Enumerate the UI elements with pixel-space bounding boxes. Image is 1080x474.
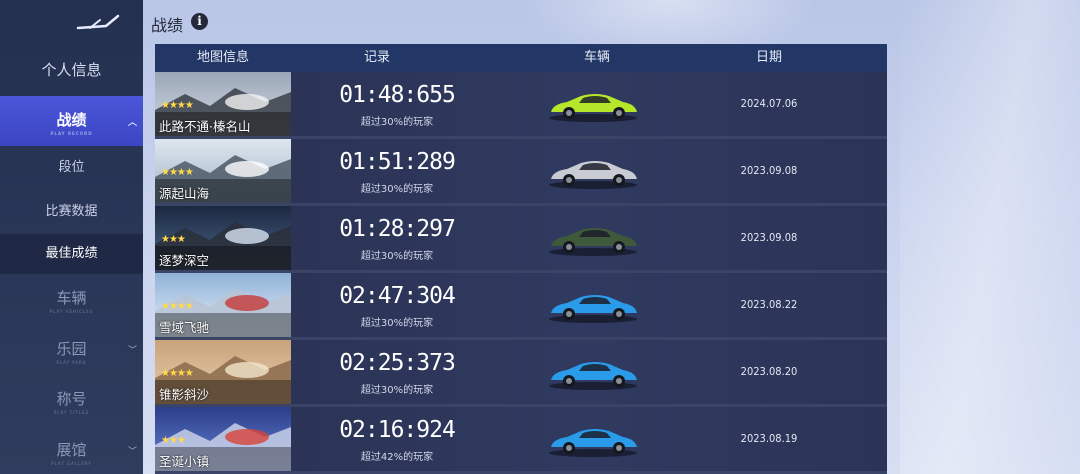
sidebar-item-label: 个人信息 <box>41 61 102 79</box>
sidebar-item-vehicles[interactable]: 车辆 PLAY VEHICLES <box>0 287 143 314</box>
percentile-text: 超过30%的玩家 <box>360 385 434 396</box>
column-header-date: 日期 <box>755 50 782 65</box>
record-date: 2023.09.08 <box>740 164 798 177</box>
info-icon[interactable]: i <box>191 13 208 30</box>
record-date: 2023.08.19 <box>740 432 798 445</box>
record-date: 2023.08.20 <box>740 365 798 378</box>
difficulty-stars: ★★★★ <box>161 368 194 379</box>
sidebar-item-park[interactable]: 乐园 PLAY PARK ﹀ <box>0 338 143 365</box>
difficulty-stars: ★★★★ <box>161 167 194 178</box>
difficulty-stars: ★★★★ <box>161 100 194 111</box>
sidebar: 个人信息 战绩 PLAY RECORD ︿ 段位 比赛数据 最佳成绩 车辆 PL… <box>0 0 143 474</box>
column-header-vehicle: 车辆 <box>583 50 610 65</box>
chevron-up-icon: ︿ <box>127 118 137 128</box>
sidebar-subitem-best-results[interactable]: 最佳成绩 <box>0 234 143 274</box>
percentile-text: 超过30%的玩家 <box>360 318 434 329</box>
sidebar-subitem-rank[interactable]: 段位 <box>0 146 143 190</box>
map-thumbnail: ★★★★ 雪域飞驰 <box>155 273 291 337</box>
sidebar-subitem-label: 比赛数据 <box>45 204 98 219</box>
sidebar-item-profile[interactable]: 个人信息 <box>0 58 143 82</box>
car-icon <box>549 94 637 122</box>
table-row[interactable]: ★★★ 逐梦深空 01:28:297 超过30%的玩家 2023.09.08 <box>155 206 887 273</box>
record-date: 2023.09.08 <box>740 231 798 244</box>
column-header-record: 记录 <box>363 50 390 65</box>
map-thumbnail: ★★★★ 锥影斜沙 <box>155 340 291 404</box>
sidebar-item-label: 展馆 <box>56 441 87 459</box>
car-icon <box>549 228 637 256</box>
map-thumbnail: ★★★★ 此路不通·榛名山 <box>155 72 291 136</box>
record-time: 02:47:304 <box>339 283 456 309</box>
table-row[interactable]: ★★★ 圣诞小镇 02:16:924 超过42%的玩家 2023.08.19 <box>155 407 887 474</box>
table-row[interactable]: ★★★★ 雪域飞驰 02:47:304 超过30%的玩家 2023.08.22 <box>155 273 887 340</box>
car-icon <box>549 295 637 323</box>
sidebar-item-sublabel: PLAY TITLES <box>53 410 90 415</box>
car-icon <box>549 429 637 457</box>
record-time: 02:16:924 <box>339 417 456 443</box>
background-streak <box>900 0 1080 474</box>
sidebar-item-label: 称号 <box>56 390 87 408</box>
record-time: 02:25:373 <box>339 350 456 376</box>
sidebar-item-sublabel: PLAY RECORD <box>50 131 93 136</box>
sidebar-subitem-match-data[interactable]: 比赛数据 <box>0 190 143 234</box>
car-icon <box>549 161 637 189</box>
map-thumbnail: ★★★ 逐梦深空 <box>155 206 291 270</box>
sidebar-subitem-label: 段位 <box>58 160 85 175</box>
car-icon <box>549 362 637 390</box>
sidebar-item-label: 车辆 <box>56 289 87 307</box>
difficulty-stars: ★★★★ <box>161 301 194 312</box>
map-name: 锥影斜沙 <box>159 387 210 402</box>
records-table: 地图信息 记录 车辆 日期 ★★★★ 此路不通·榛名山 01:48:655 超过30%… <box>155 44 887 474</box>
column-header-map: 地图信息 <box>196 50 249 65</box>
map-thumbnail: ★★★ 圣诞小镇 <box>155 407 291 471</box>
difficulty-stars: ★★★ <box>161 435 186 446</box>
map-name: 雪域飞驰 <box>159 320 210 335</box>
sidebar-item-sublabel: PLAY PARK <box>56 360 87 365</box>
map-name: 圣诞小镇 <box>159 454 210 469</box>
chevron-down-icon: ﹀ <box>127 447 137 457</box>
sidebar-subitem-label: 最佳成绩 <box>45 246 98 261</box>
sidebar-item-sublabel: PLAY GALLERY <box>51 461 92 466</box>
sidebar-item-label: 战绩 <box>56 111 87 129</box>
table-row[interactable]: ★★★★ 源起山海 01:51:289 超过30%的玩家 2023.09.08 <box>155 139 887 206</box>
logo-icon <box>76 14 120 30</box>
percentile-text: 超过30%的玩家 <box>360 117 434 128</box>
percentile-text: 超过30%的玩家 <box>360 184 434 195</box>
record-time: 01:51:289 <box>339 149 456 175</box>
record-time: 01:28:297 <box>339 216 456 242</box>
percentile-text: 超过30%的玩家 <box>360 251 434 262</box>
chevron-down-icon: ﹀ <box>127 346 137 356</box>
map-name: 此路不通·榛名山 <box>159 119 251 134</box>
sidebar-item-gallery[interactable]: 展馆 PLAY GALLERY ﹀ <box>0 439 143 466</box>
map-thumbnail: ★★★★ 源起山海 <box>155 139 291 203</box>
record-date: 2023.08.22 <box>740 298 798 311</box>
record-date: 2024.07.06 <box>740 97 798 110</box>
map-name: 逐梦深空 <box>159 253 210 268</box>
sidebar-item-record[interactable]: 战绩 PLAY RECORD ︿ <box>0 96 143 146</box>
sidebar-item-titles[interactable]: 称号 PLAY TITLES <box>0 388 143 415</box>
table-row[interactable]: ★★★★ 锥影斜沙 02:25:373 超过30%的玩家 2023.08.20 <box>155 340 887 407</box>
table-header: 地图信息 记录 车辆 日期 <box>155 44 887 72</box>
percentile-text: 超过42%的玩家 <box>360 452 434 463</box>
sidebar-item-sublabel: PLAY VEHICLES <box>49 309 94 314</box>
page-title: 战绩 <box>151 16 184 35</box>
sidebar-item-label: 乐园 <box>56 340 87 358</box>
difficulty-stars: ★★★ <box>161 234 186 245</box>
map-name: 源起山海 <box>159 186 210 201</box>
record-time: 01:48:655 <box>339 82 456 108</box>
table-row[interactable]: ★★★★ 此路不通·榛名山 01:48:655 超过30%的玩家 2024.07.06 <box>155 72 887 139</box>
